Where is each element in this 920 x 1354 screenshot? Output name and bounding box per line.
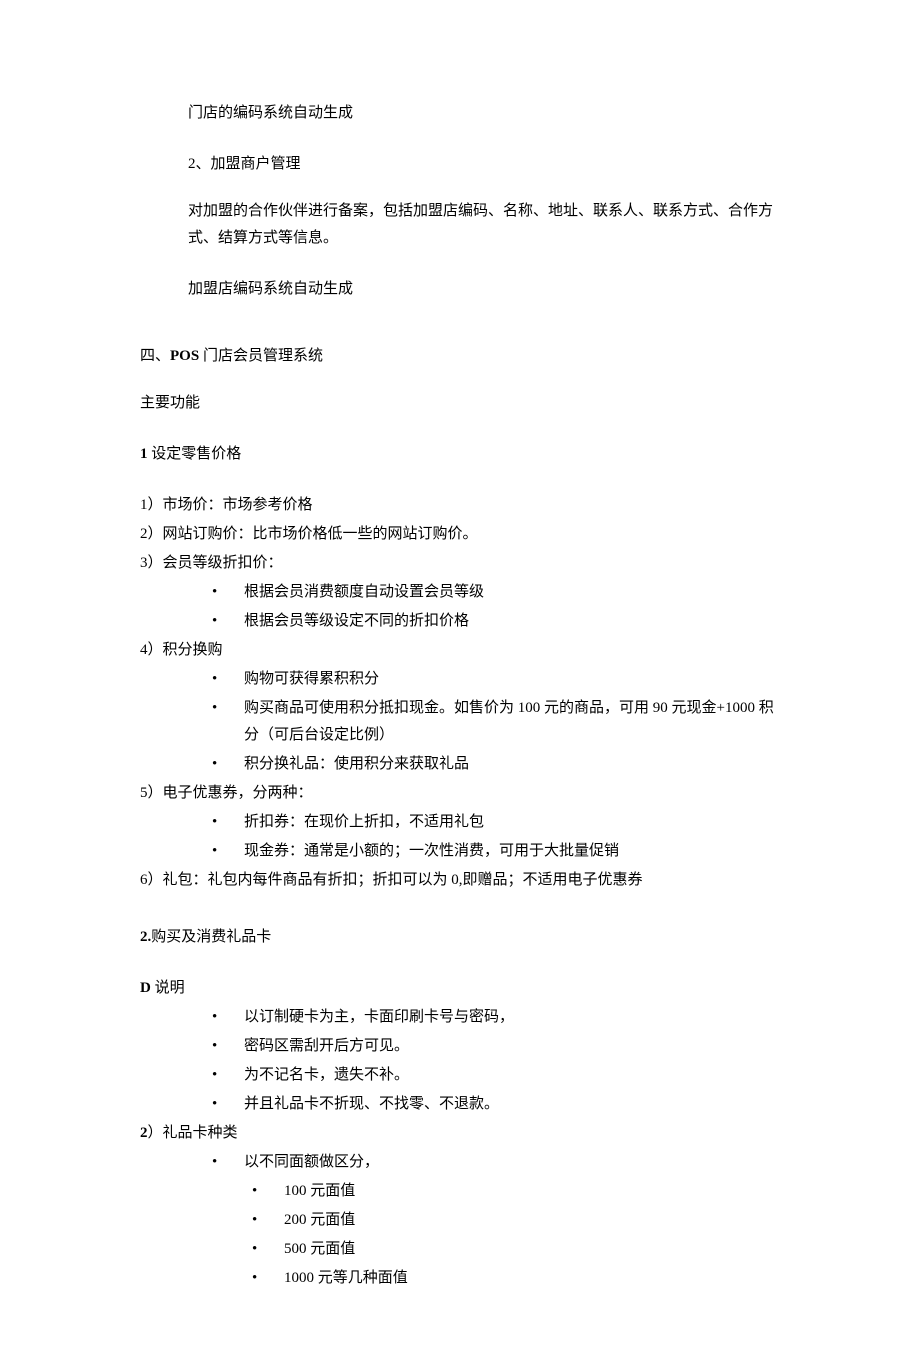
suffix: 门店会员管理系统 — [199, 348, 323, 364]
bullet-item: 以不同面额做区分， — [212, 1149, 780, 1176]
func2-item2-bullets: 以不同面额做区分， — [140, 1149, 780, 1176]
franchise-note: 加盟店编码系统自动生成 — [140, 276, 780, 303]
franchise-title: 2、加盟商户管理 — [140, 151, 780, 178]
text: 200 元面值 — [284, 1212, 355, 1228]
func1-item1: 1）市场价：市场参考价格 — [140, 492, 780, 519]
section-4-heading: 四、POS 门店会员管理系统 — [140, 343, 780, 370]
func1-item5: 5）电子优惠券，分两种： — [140, 780, 780, 807]
text: 1）市场价：市场参考价格 — [140, 497, 313, 513]
text: 密码区需刮开后方可见。 — [244, 1038, 409, 1054]
bold-pos: POS — [170, 348, 199, 364]
func1-item3-bullets: 根据会员消费额度自动设置会员等级 根据会员等级设定不同的折扣价格 — [140, 579, 780, 635]
text: 购买商品可使用积分抵扣现金。如售价为 100 元的商品，可用 90 元现金+10… — [244, 700, 774, 743]
func2-item2-nested: 100 元面值 200 元面值 500 元面值 1000 元等几种面值 — [140, 1178, 780, 1292]
func2-item2: 2）礼品卡种类 — [140, 1120, 780, 1147]
bullet-item: 密码区需刮开后方可见。 — [212, 1033, 780, 1060]
bullet-item: 200 元面值 — [252, 1207, 780, 1234]
text: 现金券：通常是小额的；一次性消费，可用于大批量促销 — [244, 843, 619, 859]
text: 4）积分换购 — [140, 642, 223, 658]
text: 2、加盟商户管理 — [188, 156, 301, 172]
text: 100 元面值 — [284, 1183, 355, 1199]
text: 5）电子优惠券，分两种： — [140, 785, 313, 801]
text: 为不记名卡，遗失不补。 — [244, 1067, 409, 1083]
func2-d-heading: D 说明 — [140, 975, 780, 1002]
bullet-item: 1000 元等几种面值 — [252, 1265, 780, 1292]
func2-d-bullets: 以订制硬卡为主，卡面印刷卡号与密码， 密码区需刮开后方可见。 为不记名卡，遗失不… — [140, 1004, 780, 1118]
text: 门店的编码系统自动生成 — [188, 105, 353, 121]
text: 设定零售价格 — [148, 446, 242, 462]
text: 并且礼品卡不折现、不找零、不退款。 — [244, 1096, 499, 1112]
text: 2）网站订购价：比市场价格低一些的网站订购价。 — [140, 526, 478, 542]
bullet-item: 并且礼品卡不折现、不找零、不退款。 — [212, 1091, 780, 1118]
func1-heading: 1 设定零售价格 — [140, 441, 780, 468]
num: 2 — [140, 1125, 148, 1141]
text: 折扣券：在现价上折扣，不适用礼包 — [244, 814, 484, 830]
func1-item5-bullets: 折扣券：在现价上折扣，不适用礼包 现金券：通常是小额的；一次性消费，可用于大批量… — [140, 809, 780, 865]
func1-item2: 2）网站订购价：比市场价格低一些的网站订购价。 — [140, 521, 780, 548]
text: 对加盟的合作伙伴进行备案，包括加盟店编码、名称、地址、联系人、联系方式、合作方式… — [188, 203, 773, 246]
bullet-item: 500 元面值 — [252, 1236, 780, 1263]
num: 2. — [140, 929, 151, 945]
franchise-desc: 对加盟的合作伙伴进行备案，包括加盟店编码、名称、地址、联系人、联系方式、合作方式… — [140, 198, 780, 252]
bullet-item: 折扣券：在现价上折扣，不适用礼包 — [212, 809, 780, 836]
bullet-item: 根据会员等级设定不同的折扣价格 — [212, 608, 780, 635]
bullet-item: 根据会员消费额度自动设置会员等级 — [212, 579, 780, 606]
text: ）礼品卡种类 — [148, 1125, 238, 1141]
text: 500 元面值 — [284, 1241, 355, 1257]
text: 根据会员等级设定不同的折扣价格 — [244, 613, 469, 629]
func1-item4-bullets: 购物可获得累积积分 购买商品可使用积分抵扣现金。如售价为 100 元的商品，可用… — [140, 666, 780, 778]
func1-item3: 3）会员等级折扣价： — [140, 550, 780, 577]
store-code-note: 门店的编码系统自动生成 — [140, 100, 780, 127]
func2-heading: 2.购买及消费礼品卡 — [140, 924, 780, 951]
text: 6）礼包：礼包内每件商品有折扣；折扣可以为 0,即赠品；不适用电子优惠券 — [140, 872, 643, 888]
bullet-item: 现金券：通常是小额的；一次性消费，可用于大批量促销 — [212, 838, 780, 865]
bullet-item: 购买商品可使用积分抵扣现金。如售价为 100 元的商品，可用 90 元现金+10… — [212, 695, 780, 749]
bullet-item: 购物可获得累积积分 — [212, 666, 780, 693]
bullet-item: 积分换礼品：使用积分来获取礼品 — [212, 751, 780, 778]
text: 积分换礼品：使用积分来获取礼品 — [244, 756, 469, 772]
text: 1000 元等几种面值 — [284, 1270, 408, 1286]
d-text: 说明 — [151, 980, 185, 996]
bullet-item: 100 元面值 — [252, 1178, 780, 1205]
text: 以不同面额做区分， — [244, 1154, 379, 1170]
text: 主要功能 — [140, 395, 200, 411]
text: 根据会员消费额度自动设置会员等级 — [244, 584, 484, 600]
bullet-item: 为不记名卡，遗失不补。 — [212, 1062, 780, 1089]
func1-item6: 6）礼包：礼包内每件商品有折扣；折扣可以为 0,即赠品；不适用电子优惠券 — [140, 867, 780, 894]
prefix: 四、 — [140, 348, 170, 364]
text: 购买及消费礼品卡 — [151, 929, 271, 945]
text: 3）会员等级折扣价： — [140, 555, 283, 571]
text: 购物可获得累积积分 — [244, 671, 379, 687]
main-functions-label: 主要功能 — [140, 390, 780, 417]
func1-item4: 4）积分换购 — [140, 637, 780, 664]
d-prefix: D — [140, 980, 151, 996]
text: 加盟店编码系统自动生成 — [188, 281, 353, 297]
num: 1 — [140, 446, 148, 462]
text: 以订制硬卡为主，卡面印刷卡号与密码， — [244, 1009, 514, 1025]
bullet-item: 以订制硬卡为主，卡面印刷卡号与密码， — [212, 1004, 780, 1031]
